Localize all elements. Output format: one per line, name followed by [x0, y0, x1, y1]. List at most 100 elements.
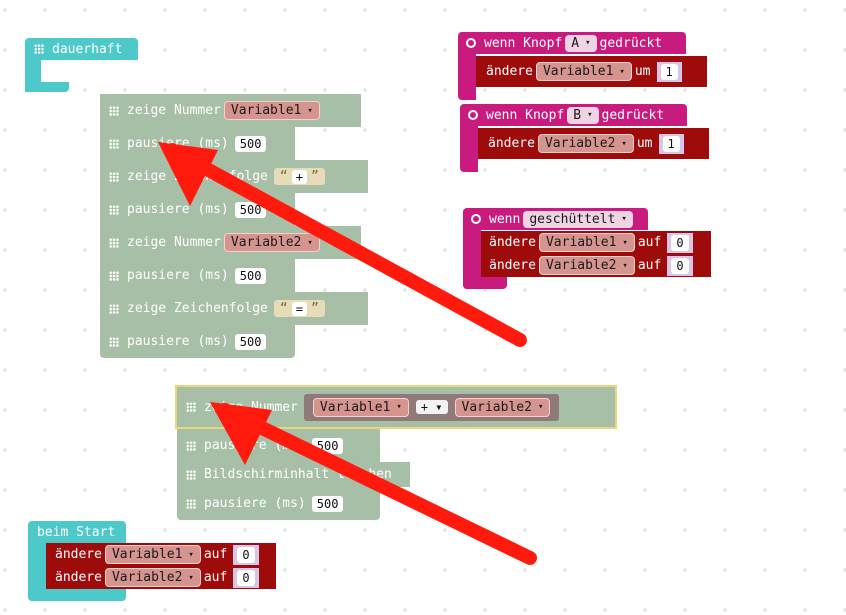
set-variable-block[interactable]: ändere Variable1 ▾ auf 0 [46, 543, 276, 566]
block-label: zeige Nummer [127, 235, 221, 250]
variable-dropdown[interactable]: Variable2 ▾ [537, 134, 634, 153]
grid-mark [163, 8, 167, 12]
grip-icon [186, 440, 196, 451]
grip-icon [109, 237, 119, 248]
grid-mark [523, 448, 527, 452]
gesture-dropdown[interactable]: geschüttelt ▾ [523, 210, 633, 228]
number-input[interactable]: 0 [671, 234, 689, 251]
string-input[interactable]: “=” [273, 300, 325, 317]
grid-mark [603, 448, 607, 452]
forever-block-header[interactable]: dauerhaft [25, 38, 138, 60]
variable-dropdown[interactable]: Variable2 ▾ [223, 233, 320, 252]
button-dropdown[interactable]: B ▾ [567, 106, 599, 124]
string-input[interactable]: “+” [273, 168, 325, 185]
grid-mark [523, 288, 527, 292]
clear-screen-block[interactable]: Bildschirminhalt löschen [177, 462, 410, 487]
change-variable-block[interactable]: ändere Variable1 ▾ um 1 [476, 56, 707, 87]
grid-mark [763, 168, 767, 172]
block-label: ändere [55, 570, 102, 585]
grid-mark [803, 408, 807, 412]
math-operation[interactable]: Variable1 ▾ + ▾ Variable2 ▾ [303, 393, 560, 421]
on-button-a-block[interactable]: wenn Knopf A ▾ gedrückt [458, 32, 686, 54]
grid-mark [603, 168, 607, 172]
grid-mark [203, 368, 207, 372]
number-input[interactable]: 0 [671, 257, 689, 274]
number-input[interactable]: 500 [311, 495, 344, 512]
event-label: wenn Knopf [486, 107, 565, 123]
operator-dropdown[interactable]: + ▾ [415, 400, 448, 414]
grid-mark [203, 88, 207, 92]
grid-mark [643, 488, 647, 492]
grid-mark [643, 8, 647, 12]
grid-mark [483, 448, 487, 452]
number-input[interactable]: 0 [237, 546, 255, 563]
variable-dropdown[interactable]: Variable1 ▾ [312, 397, 409, 417]
show-number-block[interactable]: zeige Nummer Variable1 ▾ [100, 94, 361, 127]
variable-dropdown[interactable]: Variable1 ▾ [535, 62, 632, 81]
grid-mark [763, 248, 767, 252]
pause-block[interactable]: pausiere (ms) 500 [100, 193, 295, 226]
grid-mark [243, 8, 247, 12]
grid-mark [643, 328, 647, 332]
grid-mark [3, 528, 7, 532]
event-foot [28, 589, 126, 601]
on-start-block[interactable]: beim Start [28, 521, 126, 543]
change-variable-block[interactable]: ändere Variable2 ▾ um 1 [478, 128, 709, 159]
number-input[interactable]: 500 [311, 437, 344, 454]
number-input[interactable]: 500 [234, 201, 267, 218]
button-dropdown[interactable]: A ▾ [565, 34, 597, 52]
grid-mark [763, 408, 767, 412]
variable-dropdown[interactable]: Variable2 ▾ [454, 397, 551, 417]
show-number-block[interactable]: zeige Nummer Variable2 ▾ [100, 226, 361, 259]
set-variable-block[interactable]: ändere Variable2 ▾ auf 0 [481, 254, 711, 277]
variable-dropdown[interactable]: Variable1 ▾ [538, 233, 635, 252]
on-button-b-block[interactable]: wenn Knopf B ▾ gedrückt [460, 104, 687, 126]
grid-mark [403, 568, 407, 572]
grid-mark [363, 608, 367, 612]
grid-mark [803, 288, 807, 292]
show-string-block[interactable]: zeige Zeichenfolge “+” [100, 160, 368, 193]
pause-block[interactable]: pausiere (ms) 500 [177, 487, 380, 520]
variable-dropdown[interactable]: Variable1 ▾ [104, 545, 201, 564]
show-number-sum-block[interactable]: zeige Nummer Variable1 ▾ + ▾ Variable2 ▾ [175, 385, 617, 429]
event-label: wenn [489, 211, 521, 227]
variable-dropdown[interactable]: Variable2 ▾ [104, 568, 201, 587]
grid-mark [723, 488, 727, 492]
grid-mark [723, 288, 727, 292]
grid-mark [163, 488, 167, 492]
number-input[interactable]: 1 [660, 63, 678, 80]
grid-mark [763, 608, 767, 612]
pause-block[interactable]: pausiere (ms) 500 [100, 127, 295, 160]
grid-mark [723, 88, 727, 92]
grid-mark [723, 168, 727, 172]
on-shake-block[interactable]: wenn geschüttelt ▾ [463, 208, 648, 230]
number-input[interactable]: 500 [234, 135, 267, 152]
variable-dropdown[interactable]: Variable2 ▾ [538, 256, 635, 275]
grid-mark [443, 128, 447, 132]
number-input[interactable]: 0 [237, 569, 255, 586]
grid-mark [43, 128, 47, 132]
grid-mark [3, 288, 7, 292]
pause-block[interactable]: pausiere (ms) 500 [100, 259, 295, 292]
event-label: wenn Knopf [484, 35, 563, 51]
grid-mark [83, 288, 87, 292]
grid-mark [603, 528, 607, 532]
grid-mark [443, 8, 447, 12]
variable-dropdown[interactable]: Variable1 ▾ [223, 101, 320, 120]
number-input[interactable]: 500 [234, 333, 267, 350]
pause-block[interactable]: pausiere (ms) 500 [100, 325, 295, 358]
number-input[interactable]: 500 [234, 267, 267, 284]
grid-mark [363, 48, 367, 52]
grid-mark [43, 248, 47, 252]
grid-mark [563, 608, 567, 612]
set-variable-block[interactable]: ändere Variable1 ▾ auf 0 [481, 231, 711, 254]
grid-mark [83, 8, 87, 12]
grid-mark [3, 48, 7, 52]
grid-mark [283, 8, 287, 12]
grid-mark [283, 608, 287, 612]
number-input[interactable]: 1 [662, 135, 680, 152]
set-variable-block[interactable]: ändere Variable2 ▾ auf 0 [46, 566, 276, 589]
grid-mark [803, 328, 807, 332]
pause-block[interactable]: pausiere (ms) 500 [177, 429, 380, 462]
show-string-block[interactable]: zeige Zeichenfolge “=” [100, 292, 368, 325]
